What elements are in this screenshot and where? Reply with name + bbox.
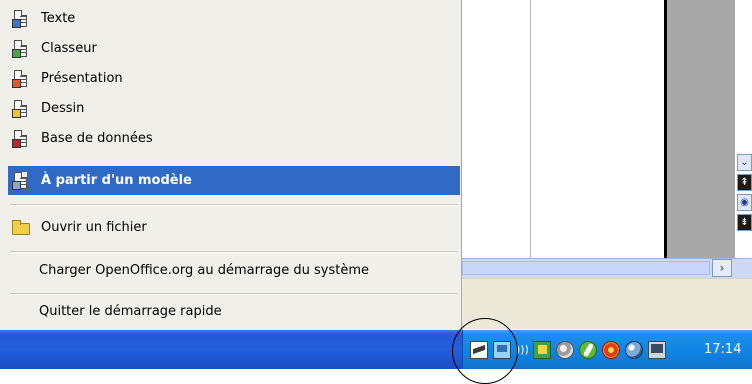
taskbar-clock[interactable]: 17:14 [704,330,741,369]
open-folder-icon [12,219,30,237]
menu-item-dessin[interactable]: Dessin [8,94,460,123]
menu-item-label: Base de données [41,131,153,146]
menu-item-texte[interactable]: Texte [8,4,460,33]
template-document-icon [12,171,30,190]
menu-item-label: Présentation [41,71,123,86]
menu-item-label: Ouvrir un fichier [41,220,147,235]
menu-separator [10,204,458,206]
menu-item-quitter-demarrage-rapide[interactable]: Quitter le démarrage rapide [8,297,460,326]
menu-item-presentation[interactable]: Présentation [8,64,460,93]
menu-item-charger-au-demarrage[interactable]: Charger OpenOffice.org au démarrage du s… [8,256,460,285]
green-app-icon[interactable] [533,341,551,359]
menu-item-label: Classeur [41,41,97,56]
impress-presentation-icon [12,69,30,88]
menu-item-label: Quitter le démarrage rapide [39,304,222,319]
menu-item-label: Dessin [41,101,85,116]
scroll-right-icon[interactable]: › [712,259,732,277]
menu-item-label: À partir d'un modèle [41,173,192,188]
leaf-icon[interactable] [579,341,597,359]
menu-item-label: Charger OpenOffice.org au démarrage du s… [39,263,370,278]
base-database-icon [12,129,30,148]
browse-navigator-icon[interactable]: ◉ [737,194,752,211]
menu-item-classeur[interactable]: Classeur [8,34,460,63]
page-up-icon[interactable]: ⇞ [737,174,752,191]
background-gray-panel [667,0,735,258]
disc-icon[interactable] [556,341,574,359]
background-status-strip [462,278,752,329]
calc-spreadsheet-icon [12,39,30,58]
monitor-icon[interactable] [648,341,666,359]
writer-document-icon [12,9,30,28]
globe-icon[interactable] [625,341,643,359]
background-document-area [462,0,530,258]
menu-separator [10,251,458,253]
scroll-down-icon[interactable]: ⌄ [737,154,752,171]
page-down-icon[interactable]: ⇟ [737,214,752,231]
ring-icon[interactable] [602,341,620,359]
draw-drawing-icon [12,99,30,118]
horizontal-scroll-track[interactable] [462,261,710,275]
highlight-circle-annotation [452,318,518,384]
menu-separator [10,293,458,295]
menu-item-a-partir-d-un-modele[interactable]: À partir d'un modèle [8,166,460,195]
menu-item-ouvrir-un-fichier[interactable]: Ouvrir un fichier [8,213,460,242]
menu-item-label: Texte [41,11,76,26]
horizontal-scrollbar[interactable] [462,258,752,278]
background-document-page [531,0,665,258]
quickstart-context-menu: Texte Classeur Présentation Dessin Base … [0,0,462,330]
menu-item-base-de-donnees[interactable]: Base de données [8,124,460,153]
vertical-scroll-buttons: ⌄ ⇞ ◉ ⇟ [737,154,752,234]
